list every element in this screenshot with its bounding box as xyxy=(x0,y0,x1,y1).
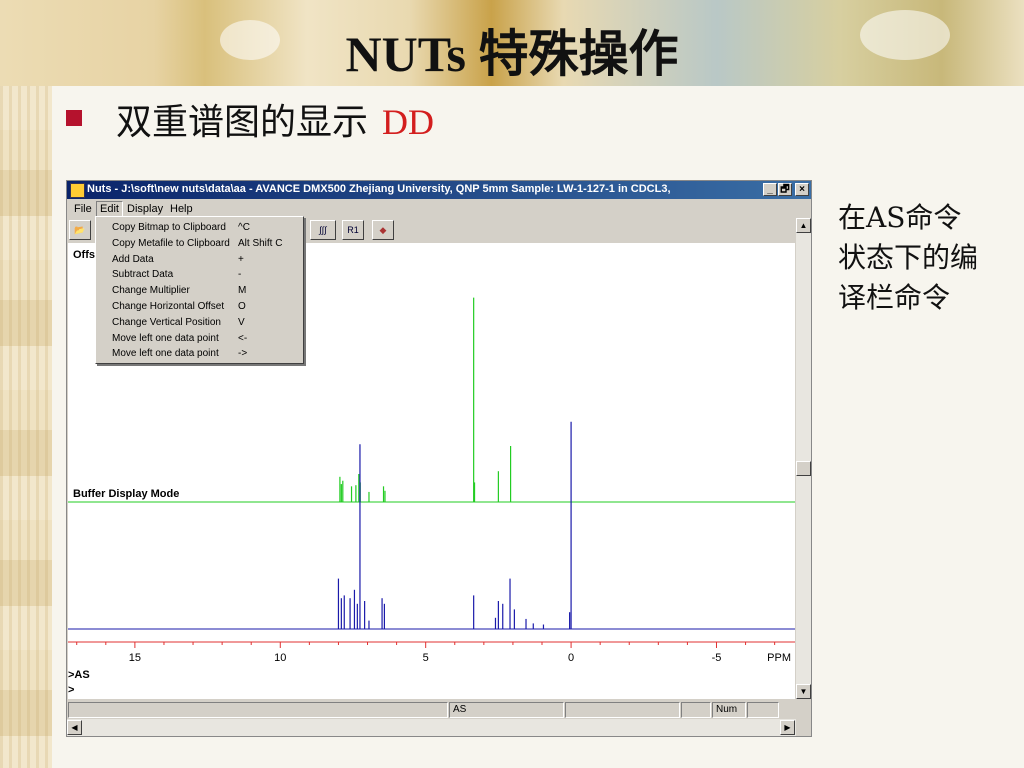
statusbar: AS Num xyxy=(67,701,811,719)
edit-menu-item-shortcut: -> xyxy=(238,348,248,360)
integral-icon[interactable]: ∫∫∫ xyxy=(310,220,336,240)
close-button[interactable]: × xyxy=(795,183,809,196)
axis-tick-label: 15 xyxy=(129,652,141,664)
bullet-item: 双重谱图的显示 DD xyxy=(116,93,434,145)
edit-menu-item[interactable]: Copy Metafile to Clipboard Alt Shift C xyxy=(96,236,303,252)
menu-file[interactable]: File xyxy=(71,202,95,217)
edit-menu-item-shortcut: O xyxy=(238,301,246,312)
edit-menu-item-label: Subtract Data xyxy=(112,269,174,281)
menu-help[interactable]: Help xyxy=(167,202,196,217)
app-icon[interactable] xyxy=(70,183,85,198)
axis-tick-label: 10 xyxy=(274,652,286,664)
horizontal-scrollbar[interactable]: ◀ ▶ xyxy=(67,719,796,736)
bullet-highlight: DD xyxy=(382,102,435,142)
status-pane-3 xyxy=(565,702,680,718)
scroll-right-button[interactable]: ▶ xyxy=(780,720,795,735)
edit-menu-item[interactable]: Copy Bitmap to Clipboard ^C xyxy=(96,220,303,236)
r1-icon[interactable]: R1 xyxy=(342,220,364,240)
edit-menu-item[interactable]: Change Vertical Position V xyxy=(96,315,303,331)
window-title: Nuts - J:\soft\new nuts\data\aa - AVANCE… xyxy=(87,183,671,195)
scroll-thumb[interactable] xyxy=(796,461,811,476)
restore-button[interactable]: 🗗 xyxy=(778,183,792,196)
edit-menu-item[interactable]: Move left one data point -> xyxy=(96,346,303,362)
edit-menu-item-label: Change Vertical Position xyxy=(112,316,221,328)
axis-tick-label: -5 xyxy=(712,652,722,664)
window-titlebar[interactable]: Nuts - J:\soft\new nuts\data\aa - AVANCE… xyxy=(67,181,811,199)
axis-tick-label: 0 xyxy=(568,652,574,664)
edit-menu-item-label: Copy Metafile to Clipboard xyxy=(112,237,230,249)
scroll-left-button[interactable]: ◀ xyxy=(67,720,82,735)
status-mode: AS xyxy=(449,702,564,718)
status-pane-6 xyxy=(747,702,779,718)
edit-menu-item-label: Move left one data point xyxy=(112,348,219,360)
edit-menu-item-label: Change Multiplier xyxy=(112,285,190,297)
command-line-2[interactable]: > xyxy=(68,684,795,697)
scroll-up-button[interactable]: ▲ xyxy=(796,218,811,233)
edit-menu-item[interactable]: Change Horizontal Offset O xyxy=(96,299,303,315)
status-pane-4 xyxy=(681,702,711,718)
axis-tick-label: 5 xyxy=(423,652,429,664)
menu-display[interactable]: Display xyxy=(124,202,166,217)
open-folder-icon[interactable]: 📂 xyxy=(69,220,91,240)
scroll-down-button[interactable]: ▼ xyxy=(796,684,811,699)
edit-menu-item-shortcut: Alt Shift C xyxy=(238,237,283,249)
axis-unit-label: PPM xyxy=(767,652,791,664)
command-line-1: >AS xyxy=(68,669,795,682)
edit-menu-item-label: Change Horizontal Offset xyxy=(112,301,225,312)
edit-menu-item-shortcut: ^C xyxy=(238,222,250,233)
edit-menu-item-shortcut: - xyxy=(238,269,242,281)
edit-menu-item[interactable]: Add Data + xyxy=(96,252,303,268)
slide-left-decoration xyxy=(0,0,52,768)
edit-menu-item-label: Add Data xyxy=(112,253,154,265)
edit-menu-item[interactable]: Move left one data point <- xyxy=(96,331,303,347)
book-icon[interactable]: ◆ xyxy=(372,220,394,240)
edit-menu-item-shortcut: M xyxy=(238,285,247,297)
edit-menu-item-label: Copy Bitmap to Clipboard xyxy=(112,222,226,233)
edit-menu-item-shortcut: <- xyxy=(238,332,248,344)
edit-menu-item[interactable]: Change Multiplier M xyxy=(96,283,303,299)
edit-menu-item-label: Move left one data point xyxy=(112,332,219,344)
edit-menu-dropdown: Copy Bitmap to Clipboard ^C Copy Metafile … xyxy=(95,216,304,364)
minimize-button[interactable]: _ xyxy=(763,183,777,196)
status-pane-1 xyxy=(68,702,448,718)
vertical-scrollbar[interactable]: ▲ ▼ xyxy=(796,218,811,699)
bullet-marker xyxy=(66,110,82,126)
side-note: 在AS命令状态下的编译栏命令 xyxy=(838,201,979,314)
slide-title: NUTs 特殊操作 xyxy=(345,26,679,82)
bullet-text: 双重谱图的显示 xyxy=(116,102,369,143)
edit-menu-item-shortcut: + xyxy=(238,253,244,265)
edit-menu-item-shortcut: V xyxy=(238,316,245,328)
edit-menu-item[interactable]: Subtract Data - xyxy=(96,267,303,283)
status-num: Num xyxy=(712,702,746,718)
